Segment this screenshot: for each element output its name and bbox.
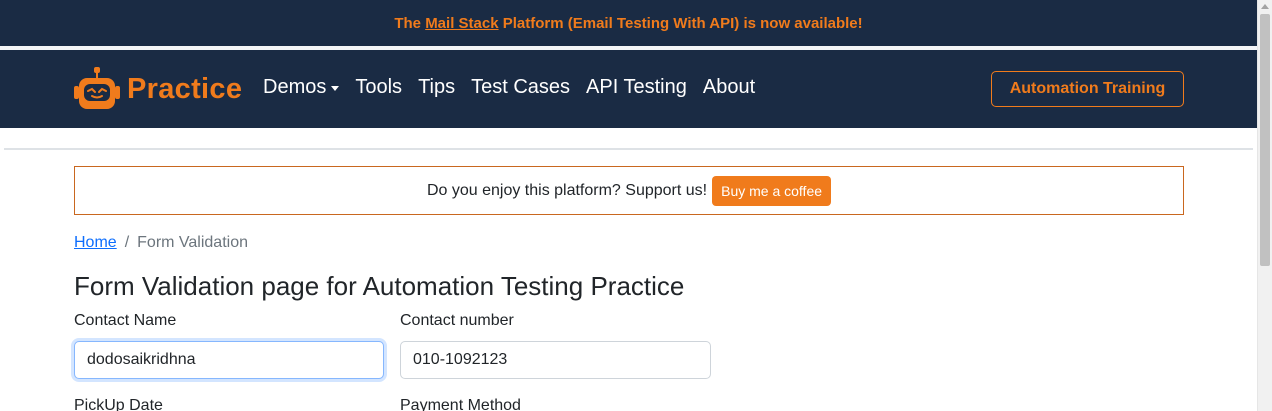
nav-demos-dropdown[interactable]: Demos xyxy=(263,76,340,99)
contact-name-label: Contact Name xyxy=(74,312,177,329)
breadcrumb-home-link[interactable]: Home xyxy=(74,234,117,252)
breadcrumb-current: Form Validation xyxy=(137,234,248,251)
nav-demos-label: Demos xyxy=(263,76,327,98)
nav-tips[interactable]: Tips xyxy=(418,76,455,99)
page-title: Form Validation page for Automation Test… xyxy=(74,271,685,301)
vertical-scrollbar[interactable] xyxy=(1257,0,1272,411)
nav-api-testing[interactable]: API Testing xyxy=(586,76,687,99)
support-text: Do you enjoy this platform? Support us! xyxy=(426,181,708,199)
automation-training-button[interactable]: Automation Training xyxy=(991,71,1184,107)
buy-me-a-coffee-button[interactable]: Buy me a coffee xyxy=(712,175,832,206)
contact-number-label: Contact number xyxy=(400,312,514,329)
scroll-up-arrow-icon[interactable] xyxy=(1261,4,1269,9)
nav-links: Demos Tools Tips Test Cases API Testing … xyxy=(263,76,771,99)
navbar: Practice Demos Tools Tips Test Cases API… xyxy=(0,50,1257,128)
brand-link[interactable]: Practice xyxy=(74,67,242,111)
announcement-suffix: Platform (Email Testing With API) is now… xyxy=(498,14,863,32)
scrollbar-thumb[interactable] xyxy=(1260,14,1270,266)
announcement-prefix: The xyxy=(394,14,426,32)
nav-test-cases[interactable]: Test Cases xyxy=(471,76,570,99)
payment-method-label: Payment Method xyxy=(400,397,521,411)
page: The Mail Stack Platform (Email Testing W… xyxy=(0,0,1257,411)
robot-icon xyxy=(74,67,120,109)
divider xyxy=(4,148,1253,150)
mail-stack-link[interactable]: Mail Stack xyxy=(425,15,498,32)
breadcrumb-separator: / xyxy=(124,234,130,251)
breadcrumb: Home / Form Validation xyxy=(74,234,248,252)
nav-about[interactable]: About xyxy=(703,76,755,99)
contact-number-input[interactable] xyxy=(400,341,711,379)
nav-tools[interactable]: Tools xyxy=(355,76,402,99)
brand-name: Practice xyxy=(127,72,243,105)
caret-down-icon xyxy=(331,86,340,91)
announcement-bar: The Mail Stack Platform (Email Testing W… xyxy=(0,0,1257,46)
pickup-date-label: PickUp Date xyxy=(74,397,163,411)
contact-name-input[interactable] xyxy=(74,341,384,379)
support-banner: Do you enjoy this platform? Support us! … xyxy=(74,166,1184,215)
